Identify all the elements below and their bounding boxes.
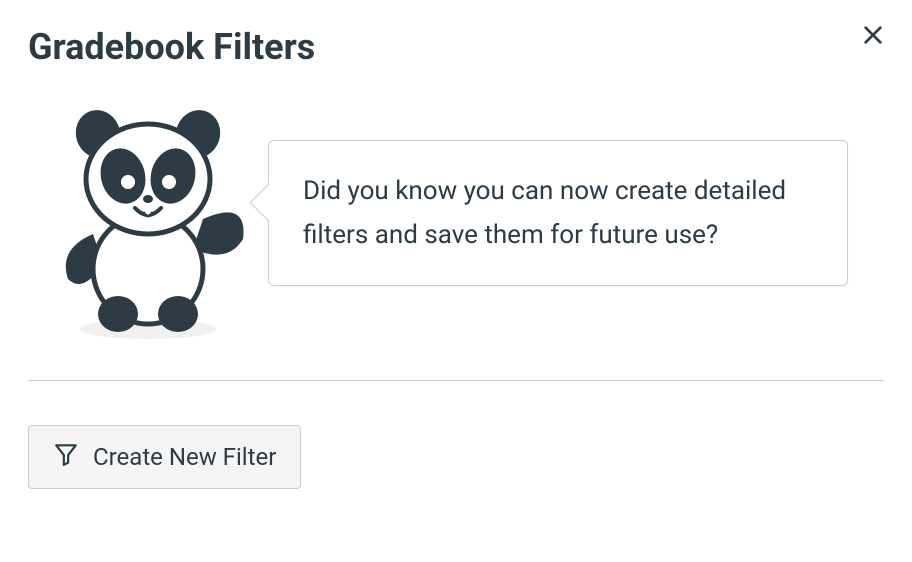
panda-mascot-icon — [28, 104, 268, 344]
tip-text: Did you know you can now create detailed… — [303, 176, 786, 250]
close-icon — [862, 34, 884, 49]
info-row: Did you know you can now create detailed… — [28, 104, 884, 344]
close-button[interactable] — [858, 20, 888, 52]
create-new-filter-button[interactable]: Create New Filter — [28, 425, 301, 489]
tip-bubble: Did you know you can now create detailed… — [268, 140, 848, 286]
page-title: Gradebook Filters — [28, 26, 884, 68]
divider — [28, 380, 884, 381]
gradebook-filters-panel: Gradebook Filters — [0, 0, 912, 509]
filter-icon — [53, 441, 79, 473]
create-new-filter-label: Create New Filter — [93, 443, 276, 471]
